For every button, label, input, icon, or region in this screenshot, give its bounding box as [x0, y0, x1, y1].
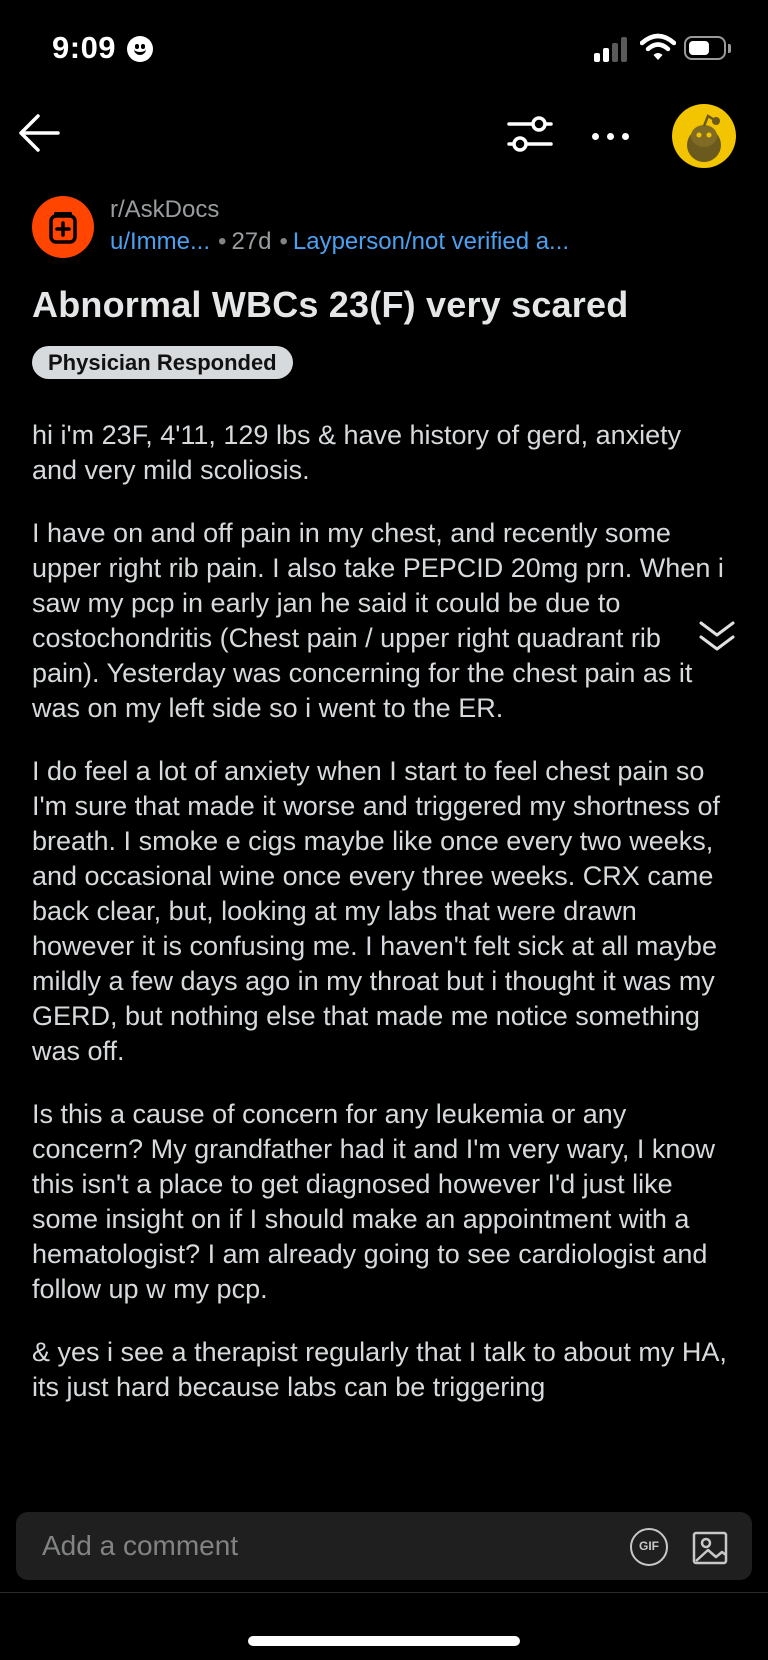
physician-responded-badge[interactable]: Physician Responded [32, 346, 293, 379]
back-arrow-icon[interactable] [14, 108, 64, 158]
divider [0, 1592, 768, 1593]
focus-mode-icon [127, 36, 153, 62]
subreddit-icon[interactable] [32, 196, 94, 258]
comment-bar: GIF [16, 1512, 752, 1580]
post-body: hi i'm 23F, 4'11, 129 lbs & have history… [32, 418, 732, 1488]
subreddit-name[interactable]: r/AskDocs [110, 196, 219, 224]
body-paragraph: & yes i see a therapist regularly that I… [32, 1337, 727, 1402]
body-paragraph: Is this a cause of concern for any leuke… [32, 1099, 715, 1304]
expand-icon[interactable] [698, 620, 736, 654]
post-age: 27d [231, 228, 272, 255]
more-icon[interactable] [590, 116, 632, 156]
status-bar: 9:09 [0, 0, 768, 100]
gif-icon[interactable]: GIF [630, 1528, 668, 1566]
user-flair[interactable]: Layperson/not verified a... [293, 228, 569, 255]
author-link[interactable]: u/Imme... [110, 228, 210, 255]
body-paragraph: hi i'm 23F, 4'11, 129 lbs & have history… [32, 420, 682, 485]
status-time: 9:09 [52, 30, 117, 65]
filter-icon[interactable] [506, 112, 554, 156]
image-icon[interactable] [692, 1528, 730, 1566]
battery-tip [728, 44, 731, 53]
avatar-icon[interactable] [672, 104, 736, 168]
post-meta: u/Imme... • 27d • Layperson/not verified a..… [110, 228, 569, 256]
battery-icon [684, 36, 726, 60]
meta-separator: • [218, 228, 227, 255]
body-paragraph: I have on and off pain in my chest, and … [32, 518, 724, 723]
cellular-signal-icon [594, 36, 630, 62]
comment-input[interactable] [42, 1512, 562, 1580]
post-title: Abnormal WBCs 23(F) very scared [32, 284, 629, 325]
home-indicator[interactable] [248, 1636, 520, 1646]
wifi-icon [640, 33, 676, 60]
body-paragraph: I do feel a lot of anxiety when I start … [32, 756, 720, 1066]
meta-separator: • [279, 228, 288, 255]
